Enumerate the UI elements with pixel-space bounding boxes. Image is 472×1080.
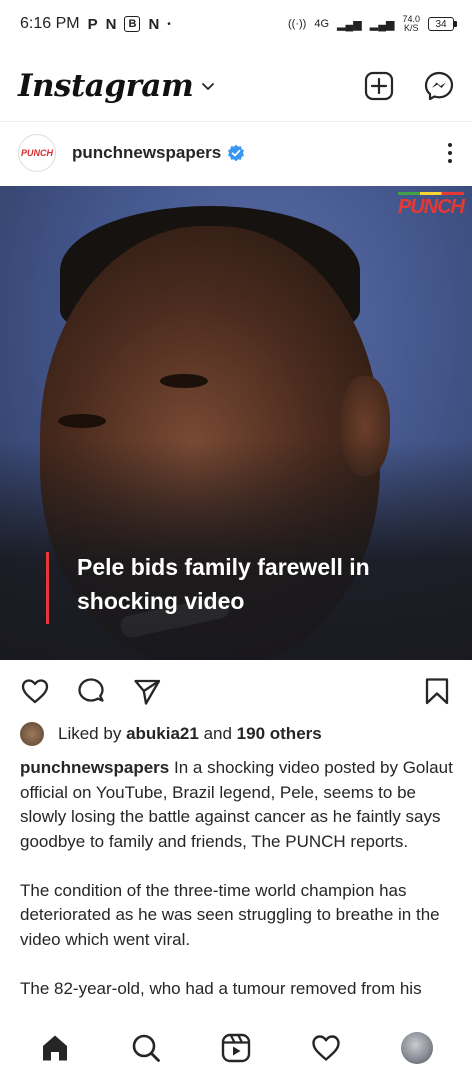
profile-avatar[interactable] [400, 1032, 433, 1064]
header-divider [0, 121, 472, 122]
headline-accent-bar [46, 552, 49, 624]
notification-n-icon: N [105, 15, 117, 33]
verified-badge-icon [228, 144, 245, 162]
share-send-icon[interactable] [132, 676, 162, 706]
image-eye-right [160, 374, 208, 388]
chevron-down-icon[interactable] [201, 79, 215, 93]
punch-brand-logo: PUNCH [397, 192, 465, 218]
search-icon[interactable] [130, 1032, 162, 1064]
likes-prefix: Liked by [58, 724, 122, 743]
new-post-icon[interactable] [364, 71, 394, 101]
caption-paragraph-2: The condition of the three-time world ch… [20, 880, 440, 949]
post-image[interactable]: PUNCH Pele bids family farewell in shock… [0, 186, 472, 660]
notification-dot: • [167, 18, 171, 30]
activity-heart-icon[interactable] [310, 1032, 342, 1064]
network-speed: 74.0 K/S [402, 14, 420, 33]
likes-others[interactable]: 190 others [237, 724, 322, 744]
home-icon[interactable] [39, 1032, 71, 1064]
post-username[interactable]: punchnewspapers [72, 143, 221, 163]
instagram-logo[interactable]: Instagram [18, 68, 194, 104]
likes-middle: and [203, 724, 232, 743]
hotspot-icon: ((·)) [288, 18, 307, 30]
reels-icon[interactable] [220, 1032, 252, 1064]
like-heart-icon[interactable] [20, 676, 50, 706]
notification-n2-icon: N [148, 15, 160, 33]
image-eye-left [58, 414, 106, 428]
comment-icon[interactable] [76, 676, 106, 706]
caption-paragraph-3: The 82-year-old, who had a tumour remove… [20, 978, 422, 998]
network-label: 4G [314, 18, 330, 30]
status-bar: 6:16 PM P N B N • ((·)) 4G ▂▄▆ ▂▄▆ 74.0 … [0, 0, 472, 48]
post-author-avatar[interactable]: PUNCH [18, 134, 56, 172]
messenger-icon[interactable] [424, 71, 454, 101]
likes-summary[interactable]: Liked by abukia21 and 190 others [20, 722, 322, 746]
save-bookmark-icon[interactable] [422, 676, 452, 706]
liker-avatar [20, 722, 44, 746]
app-header: Instagram [0, 58, 472, 114]
battery-icon: 34 [428, 17, 457, 31]
notification-b-icon: B [124, 16, 141, 32]
signal2-icon: ▂▄▆ [369, 18, 395, 31]
post-header: PUNCH punchnewspapers [0, 127, 472, 179]
status-time: 6:16 PM [20, 15, 80, 32]
caption-username[interactable]: punchnewspapers [20, 758, 169, 777]
notification-p-icon: P [87, 15, 98, 33]
more-options-icon[interactable] [446, 143, 454, 163]
signal-icon: ▂▄▆ [337, 18, 362, 31]
likes-user[interactable]: abukia21 [126, 724, 199, 744]
post-actions [0, 670, 472, 712]
bottom-navigation [0, 1016, 472, 1080]
image-headline: Pele bids family farewell in shocking vi… [77, 554, 370, 614]
post-caption: punchnewspapers In a shocking video post… [20, 756, 454, 1026]
